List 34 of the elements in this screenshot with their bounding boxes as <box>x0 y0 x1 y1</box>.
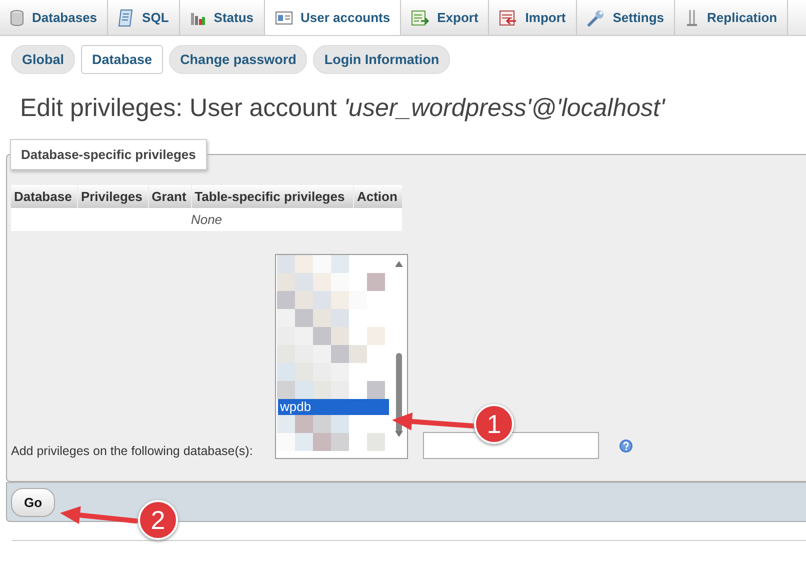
help-icon[interactable] <box>619 439 633 453</box>
sub-tab[interactable]: Database <box>81 45 164 74</box>
list-option[interactable]: wpdb <box>278 399 389 415</box>
fieldset-legend: Database-specific privileges <box>10 139 207 170</box>
nav-tab[interactable]: User accounts <box>264 0 402 35</box>
nav-tab[interactable]: Replication <box>675 0 788 35</box>
column-header: Grant <box>148 185 191 208</box>
column-header: Table-specific privileges <box>192 185 353 208</box>
id-card-icon <box>274 10 293 24</box>
export-icon <box>411 10 430 26</box>
column-header: Action <box>354 185 402 208</box>
database-listbox[interactable]: wpdb <box>275 254 408 459</box>
field-label: Add privileges on the following database(s): <box>11 444 254 459</box>
sub-tab[interactable]: Global <box>11 45 76 74</box>
table-cell: None <box>11 208 402 231</box>
sub-tab[interactable]: Change password <box>169 45 308 74</box>
nav-tab[interactable]: Settings <box>576 0 676 35</box>
sub-tab[interactable]: Login Information <box>313 45 450 74</box>
import-icon <box>499 10 518 26</box>
nav-tab[interactable]: Databases <box>0 0 108 35</box>
column-header: Database <box>11 185 77 208</box>
nav-tab[interactable]: Status <box>180 0 265 35</box>
wrench-icon <box>586 8 605 26</box>
scroll-icon <box>118 8 134 26</box>
column-header: Privileges <box>78 185 148 208</box>
database-icon <box>10 10 24 26</box>
nav-tab[interactable]: Export <box>401 0 490 35</box>
nav-tab[interactable]: SQL <box>108 0 180 35</box>
step-number: 2 <box>138 500 178 540</box>
input-field[interactable] <box>423 432 599 459</box>
go-button[interactable]: Go <box>11 488 56 516</box>
pillar-icon <box>685 8 700 26</box>
page-heading: Edit privileges: User account 'user_wordpress'@'localhost' <box>20 94 666 123</box>
nav-tab[interactable]: Import <box>489 0 577 35</box>
